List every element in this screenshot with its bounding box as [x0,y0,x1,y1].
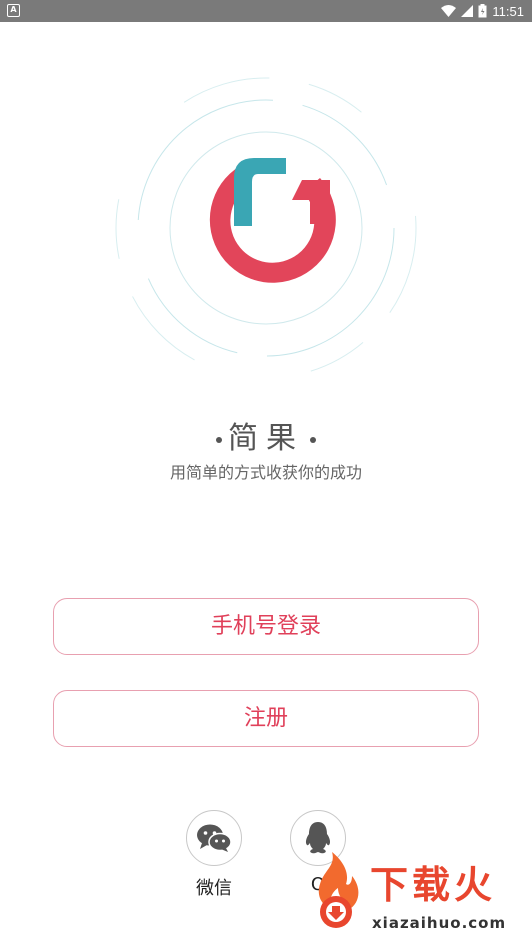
app-logo [106,70,426,390]
phone-login-button[interactable]: 手机号登录 [53,598,479,655]
name-dot-right [310,437,316,443]
app-name: 简果 [0,413,532,457]
watermark-domain: xiazaihuo.com [372,914,507,932]
register-button[interactable]: 注册 [53,690,479,747]
flame-logo-icon [318,852,359,928]
notification-app-icon: A [7,4,20,17]
site-watermark: 下载火 xiazaihuo.com [302,848,526,942]
app-name-text: 简果 [228,421,304,456]
watermark-text: 下载火 [370,863,497,907]
wechat-icon [197,824,232,852]
app-slogan: 用简单的方式收获你的成功 [169,463,362,482]
status-bar: A 11:51 [0,0,532,22]
wifi-icon [441,5,457,17]
wechat-button[interactable] [186,810,242,866]
status-time: 11:51 [492,3,524,19]
status-icons: 11:51 [441,0,524,22]
name-dot-left [216,437,222,443]
wechat-login[interactable]: 微信 [184,810,244,900]
wechat-label: 微信 [196,878,232,899]
signal-icon [461,5,474,17]
battery-icon [478,4,487,18]
